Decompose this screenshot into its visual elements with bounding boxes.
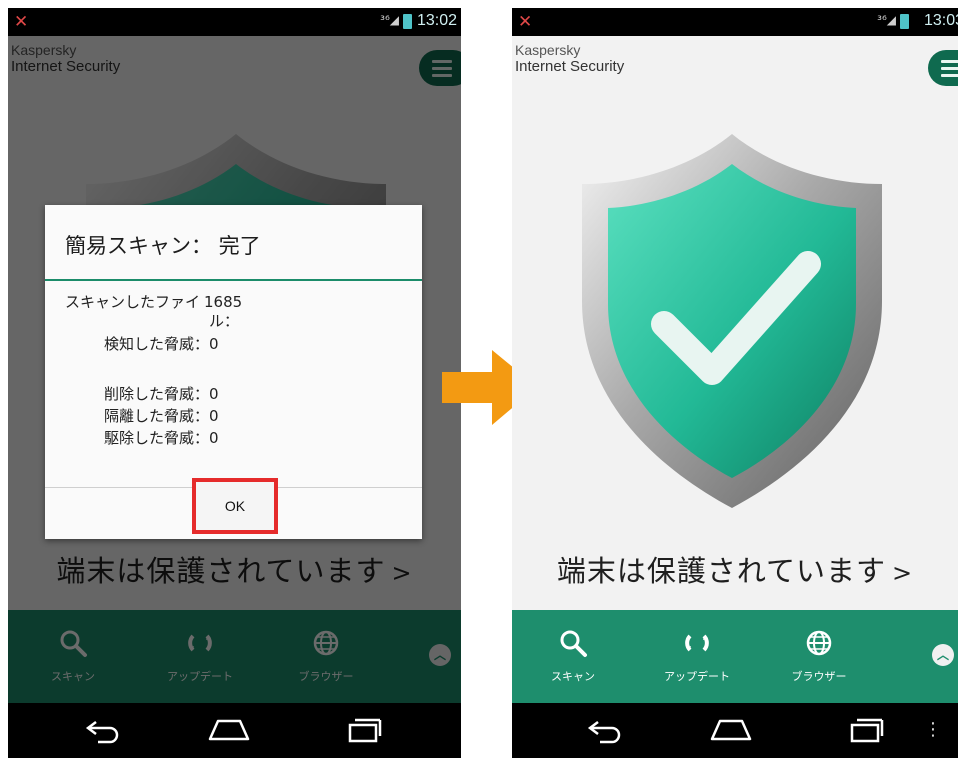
ok-button[interactable]: OK [192,478,278,534]
scanned-files-row: スキャンしたファイ 1685 [65,291,242,312]
nav-update-label: アップデート [664,670,730,683]
nav-browser-label: ブラウザー [791,670,847,683]
scanned-files-label-cont: ル： [209,312,240,330]
protected-shield-icon [582,134,882,508]
back-icon[interactable] [586,716,624,744]
recent-apps-icon[interactable] [346,716,382,744]
battery-icon [900,14,909,29]
detected-label: 検知した脅威： [104,335,210,353]
deleted-label: 削除した脅威： [104,385,210,403]
menu-button[interactable] [928,50,958,86]
status-bar: ✕ ³⁶◢ 13:03 [512,8,958,36]
quarantined-value: 0 [209,407,219,425]
chevron-up-icon[interactable]: ︿ [932,644,954,666]
system-nav-bar: ⋮ [512,703,958,758]
globe-icon [774,628,864,664]
scan-result-dialog: 簡易スキャン： 完了 スキャンしたファイ 1685 ル： 検知した脅威：0 削除し… [45,205,422,539]
quarantined-label: 隔離した脅威： [104,407,210,425]
detected-value: 0 [209,335,219,353]
brand-name: Kaspersky [515,42,581,58]
bottom-nav: スキャン アップデート ブラウザー ︿ [512,610,958,703]
app-content: Kaspersky Internet Security 端末は保護されています> [512,36,958,611]
search-icon [528,628,618,664]
nav-scan[interactable]: スキャン [528,628,618,684]
protection-status-link[interactable]: 端末は保護されています> [512,548,958,590]
clock: 13:02 [416,12,457,29]
nav-update[interactable]: アップデート [652,628,742,684]
home-icon[interactable] [206,717,252,743]
back-icon[interactable] [84,716,122,744]
detected-row: 検知した脅威：0 [104,333,219,354]
phone-screen-before: ✕ ³⁶◢ 13:02 Kaspersky Internet Security … [8,8,461,758]
refresh-icon [652,628,742,664]
removed-value: 0 [209,429,219,447]
dialog-title: 簡易スキャン： 完了 [65,234,261,258]
kaspersky-notification-icon: ✕ [518,12,533,32]
system-nav-bar [8,703,461,758]
product-name: Internet Security [515,58,625,75]
deleted-value: 0 [209,385,219,403]
kaspersky-notification-icon: ✕ [14,12,29,32]
removed-row: 駆除した脅威：0 [104,427,219,448]
nav-scan-label: スキャン [551,670,595,683]
scanned-files-value: 1685 [204,293,243,311]
status-bar: ✕ ³⁶◢ 13:02 [8,8,461,36]
removed-label: 駆除した脅威： [104,429,210,447]
chevron-right-icon: > [892,559,914,587]
signal-icon: ³⁶◢ [380,13,399,27]
recent-apps-icon[interactable] [848,716,884,744]
overflow-menu-icon[interactable]: ⋮ [924,721,942,739]
quarantined-row: 隔離した脅威：0 [104,405,219,426]
battery-icon [403,14,412,29]
home-icon[interactable] [708,717,754,743]
scanned-files-label: スキャンしたファイ [65,293,201,311]
phone-screen-after: ✕ ³⁶◢ 13:03 Kaspersky Internet Security … [512,8,958,758]
dialog-divider [45,279,422,281]
protection-status-text: 端末は保護されています [556,554,887,588]
signal-icon: ³⁶◢ [877,13,896,27]
clock: 13:03 [923,12,958,29]
deleted-row: 削除した脅威：0 [104,383,219,404]
nav-browser[interactable]: ブラウザー [774,628,864,684]
